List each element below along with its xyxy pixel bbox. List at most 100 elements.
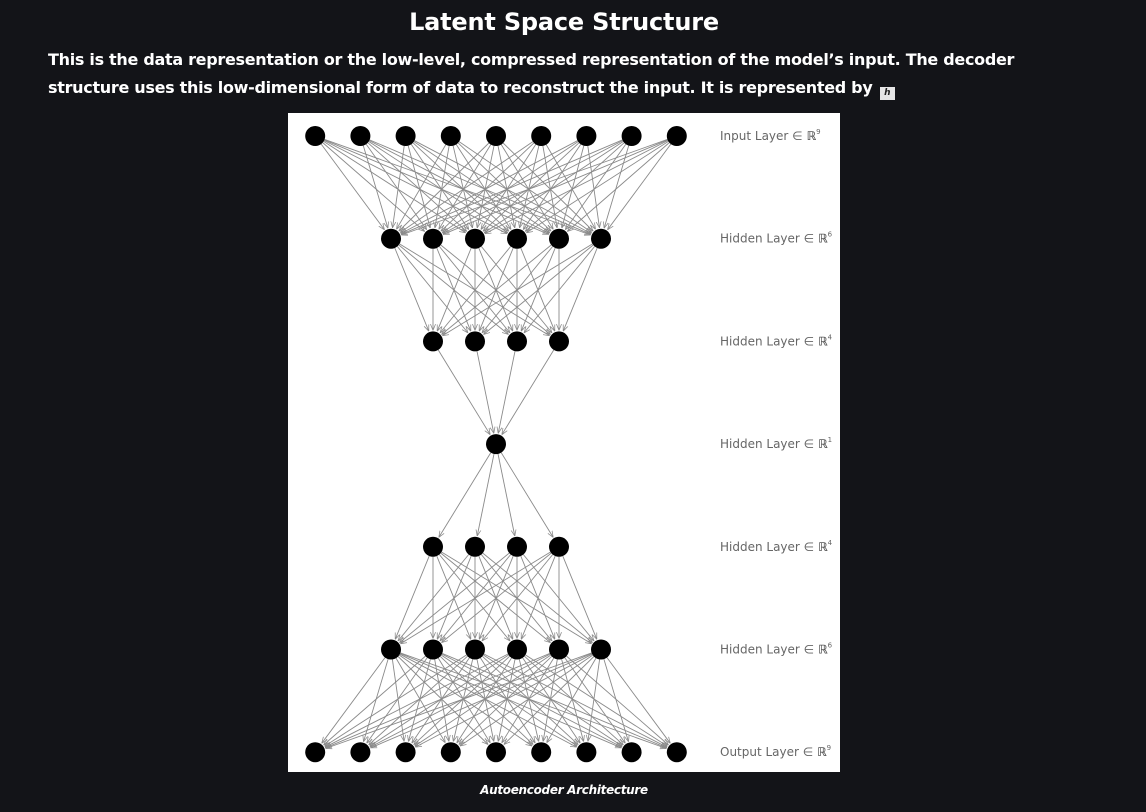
edge-l5-2-1: [369, 655, 468, 745]
neuron-layer0-node4: [486, 126, 506, 146]
neuron-layer6-node2: [395, 742, 416, 763]
neuron-layer2-node1: [465, 331, 485, 352]
edge-l4-3-0: [400, 551, 551, 644]
neuron-layer0-node0: [305, 126, 326, 146]
neuron-layer6-node5: [531, 742, 552, 763]
layer-dimension: 9: [827, 744, 831, 752]
edge-l0-8-4: [567, 142, 670, 232]
edge-l4-2-0: [400, 552, 510, 643]
layer-dimension: 1: [828, 436, 832, 444]
edge-l3-0-0: [439, 452, 492, 538]
edge-l5-5-6: [588, 659, 601, 741]
neuron-layer6-node7: [621, 742, 642, 763]
layer-name: Hidden Layer ∈: [720, 232, 818, 246]
layer-dimension: 9: [816, 128, 820, 136]
edge-l0-1-2: [367, 142, 467, 232]
neuron-layer2-node2: [507, 331, 527, 352]
neuron-layer4-node2: [507, 536, 527, 557]
neuron-layer3-node0: [486, 434, 506, 455]
edge-l1-5-0: [442, 243, 593, 336]
layer-labels: Input Layer ∈ ℝ9Hidden Layer ∈ ℝ6Hidden …: [720, 128, 833, 759]
page-title: Latent Space Structure: [409, 8, 719, 36]
neuron-layer1-node4: [549, 228, 569, 249]
layer-label-1: Hidden Layer ∈ ℝ6: [720, 231, 833, 246]
layer-name: Output Layer ∈: [720, 745, 817, 759]
network-svg: Input Layer ∈ ℝ9Hidden Layer ∈ ℝ6Hidden …: [305, 126, 833, 763]
layer-name: Hidden Layer ∈: [720, 643, 818, 657]
neuron-layer0-node6: [576, 126, 597, 146]
edge-l5-1-8: [442, 652, 667, 749]
edge-l5-1-2: [408, 659, 431, 741]
edge-l5-4-0: [325, 652, 550, 749]
layer-label-6: Output Layer ∈ ℝ9: [720, 744, 831, 759]
neuron-layer6-node8: [666, 742, 687, 763]
edge-l3-0-2: [497, 453, 515, 536]
real-field-symbol: ℝ: [817, 745, 827, 759]
neuron-layer0-node7: [621, 126, 642, 146]
edge-l1-0-0: [394, 247, 430, 331]
neuron-layer4-node0: [423, 536, 443, 557]
edge-l5-5-7: [603, 658, 629, 742]
description-text: This is the data representation or the l…: [48, 50, 1015, 97]
neuron-layer0-node3: [440, 126, 461, 146]
neuron-layer6-node6: [576, 742, 597, 763]
neuron-layer5-node5: [591, 639, 611, 660]
edge-l5-2-0: [325, 654, 467, 746]
layer-dimension: 4: [828, 539, 833, 547]
edge-l0-0-5: [324, 138, 591, 235]
edge-l3-0-1: [477, 453, 495, 536]
layer-name: Hidden Layer ∈: [720, 540, 818, 554]
layer-label-5: Hidden Layer ∈ ℝ6: [720, 642, 833, 657]
edge-l2-1-0: [476, 351, 494, 433]
neuron-layer6-node3: [440, 742, 461, 763]
figure-caption: Autoencoder Architecture: [480, 783, 648, 797]
edge-l2-3-0: [502, 349, 555, 435]
edge-l0-8-0: [401, 138, 668, 235]
neuron-layer5-node1: [423, 639, 443, 660]
neuron-layer6-node0: [305, 742, 326, 763]
edge-l0-0-1: [322, 142, 425, 232]
edge-l2-2-0: [498, 351, 516, 433]
neuron-layer1-node1: [423, 228, 443, 249]
neuron-layer0-node8: [666, 126, 687, 146]
edge-l5-3-7: [524, 655, 623, 745]
edge-l2-0-0: [437, 349, 490, 435]
edge-l0-2-1: [407, 145, 430, 228]
edge-l1-5-3: [562, 247, 598, 331]
autoencoder-diagram: Input Layer ∈ ℝ9 Hidden Layer ∈ ℝ6 Hidden …: [288, 113, 840, 772]
neuron-layer4-node1: [465, 536, 485, 557]
description-paragraph: This is the data representation or the l…: [48, 46, 1088, 102]
edge-l5-4-6: [561, 659, 584, 741]
edge-l0-6-0: [401, 140, 578, 234]
neuron-layer1-node2: [465, 228, 485, 249]
layer-name: Hidden Layer ∈: [720, 437, 818, 451]
edge-l0-2-5: [414, 140, 592, 234]
edge-l0-7-3: [525, 142, 625, 232]
layer-label-2: Hidden Layer ∈ ℝ4: [720, 333, 833, 348]
layer-dimension: 6: [828, 642, 833, 650]
real-field-symbol: ℝ: [806, 129, 816, 143]
neuron-layer2-node0: [423, 331, 443, 352]
neuron-layer5-node2: [465, 639, 485, 660]
neuron-layer2-node3: [549, 331, 569, 352]
edge-l0-3-4: [457, 142, 551, 231]
edge-l5-0-1: [364, 658, 389, 742]
real-field-symbol: ℝ: [818, 334, 828, 348]
layer-name: Hidden Layer ∈: [720, 334, 818, 348]
edge-l3-0-3: [500, 452, 553, 538]
neuron-layer0-node1: [350, 126, 371, 146]
layer-label-0: Input Layer ∈ ℝ9: [720, 128, 821, 143]
neurons: [305, 126, 687, 763]
neuron-layer1-node0: [381, 228, 401, 249]
real-field-symbol: ℝ: [818, 437, 828, 451]
neuron-layer0-node5: [531, 126, 552, 146]
layer-label-3: Hidden Layer ∈ ℝ1: [720, 436, 832, 451]
real-field-symbol: ℝ: [818, 232, 828, 246]
neuron-layer5-node0: [381, 639, 401, 660]
neuron-layer4-node3: [549, 536, 569, 557]
real-field-symbol: ℝ: [818, 643, 828, 657]
neuron-layer1-node5: [591, 228, 611, 249]
latent-symbol-image: h: [879, 87, 895, 100]
neuron-layer1-node3: [507, 228, 527, 249]
edge-l0-6-3: [523, 144, 582, 229]
